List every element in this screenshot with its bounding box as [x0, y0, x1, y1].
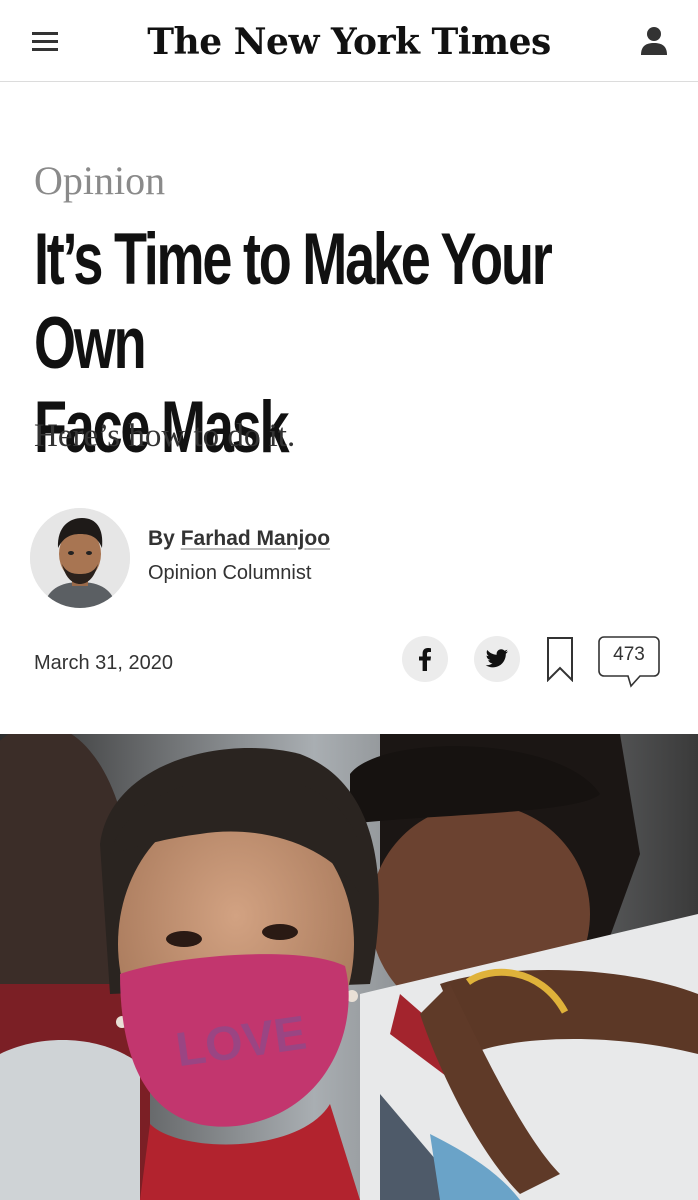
byline: By Farhad Manjoo [148, 524, 330, 554]
author-name-link[interactable]: Farhad Manjoo [181, 527, 330, 550]
masthead-logo[interactable]: The New York Times [0, 18, 698, 66]
headline-line-1: It’s Time to Make Your Own [34, 219, 553, 384]
article-summary: Here’s how to do it. [34, 418, 296, 454]
comment-count: 473 [613, 644, 645, 665]
facebook-share-button[interactable] [402, 636, 448, 682]
comments-button[interactable]: 473 [598, 636, 660, 688]
twitter-share-button[interactable] [474, 636, 520, 682]
top-navigation-bar: The New York Times [0, 0, 698, 82]
bookmark-icon[interactable] [546, 636, 574, 682]
byline-prefix: By [148, 527, 181, 550]
facebook-icon [419, 648, 431, 671]
author-role: Opinion Columnist [148, 562, 312, 584]
publish-date: March 31, 2020 [34, 652, 173, 674]
user-account-icon[interactable] [640, 26, 668, 56]
lead-photo: LOVE [0, 734, 698, 1200]
twitter-icon [485, 649, 508, 668]
section-label[interactable]: Opinion [34, 156, 165, 206]
author-avatar[interactable] [30, 508, 130, 608]
